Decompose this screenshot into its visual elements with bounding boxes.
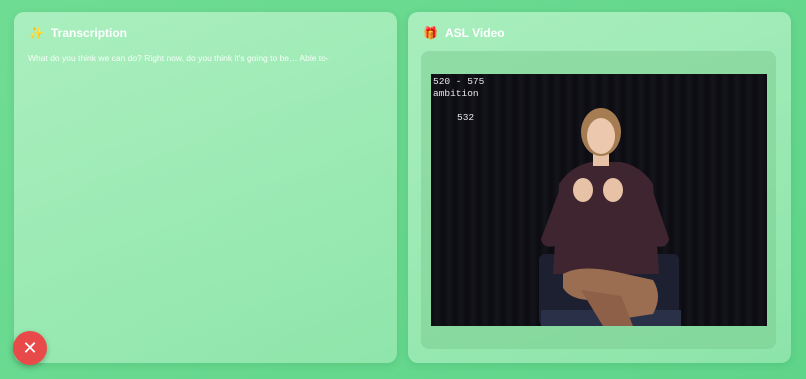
asl-video-title: ASL Video: [445, 26, 505, 40]
asl-video-player[interactable]: 520 - 575 ambition 532: [431, 74, 767, 326]
asl-video-panel: 🎁 ASL Video 520 - 575 ambition 532: [408, 12, 791, 363]
video-container: 520 - 575 ambition 532: [421, 51, 776, 349]
transcription-header: ✨ Transcription: [29, 26, 127, 40]
video-gloss-label: ambition: [433, 88, 479, 99]
close-icon: ✕: [22, 338, 38, 358]
transcription-text: What do you think we can do? Right now, …: [28, 53, 329, 63]
video-range-label: 520 - 575: [433, 76, 485, 87]
signer-figure: [539, 108, 681, 326]
transcription-panel: ✨ Transcription What do you think we can…: [14, 12, 397, 363]
sparkles-icon: ✨: [29, 26, 44, 40]
asl-video-header: 🎁 ASL Video: [423, 26, 505, 40]
gift-icon: 🎁: [423, 26, 438, 40]
close-button[interactable]: ✕: [13, 331, 47, 365]
video-frame-label: 532: [457, 112, 475, 123]
transcription-title: Transcription: [51, 26, 128, 40]
